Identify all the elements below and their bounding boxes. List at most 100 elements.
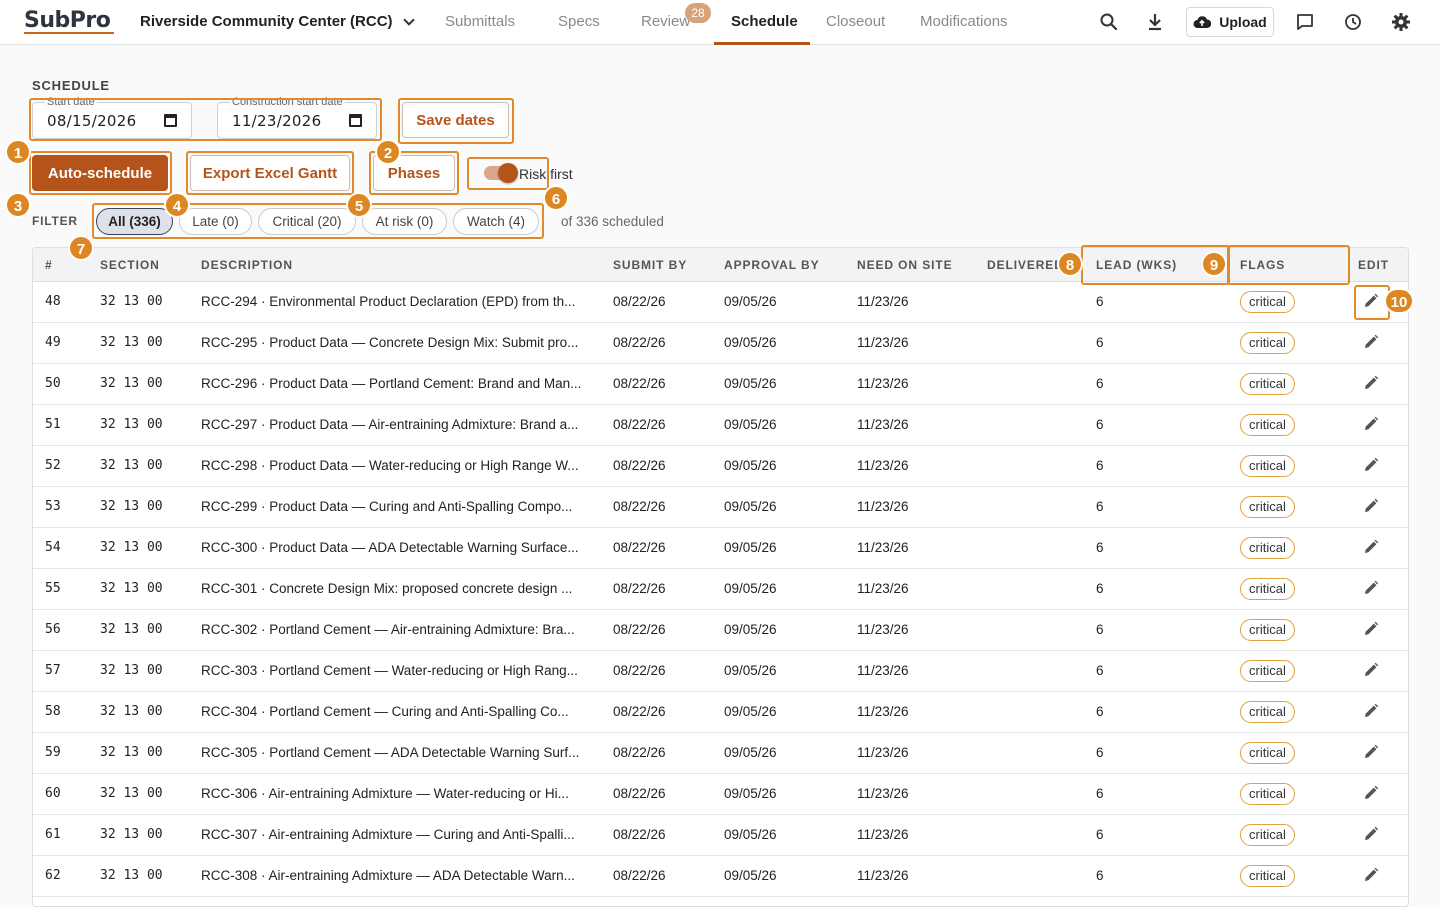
table-row[interactable]: 48 32 13 00 RCC-294 · Environmental Produc…: [33, 282, 1408, 323]
filter-chip-late[interactable]: Late (0): [179, 208, 252, 235]
edit-pencil-icon[interactable]: [1362, 825, 1382, 845]
filter-chip-at-risk[interactable]: At risk (0): [362, 208, 447, 235]
construction-start-value[interactable]: 11/23/2026: [232, 112, 321, 130]
settings-gear-icon[interactable]: [1390, 11, 1412, 33]
table-row[interactable]: 55 32 13 00 RCC-301 · Concrete Design Mix:…: [33, 569, 1408, 610]
row-submit-by: 08/22/26: [613, 335, 666, 350]
row-description[interactable]: RCC-295 · Product Data — Concrete Design…: [201, 335, 593, 350]
row-number: 51: [45, 417, 61, 432]
row-description[interactable]: RCC-301 · Concrete Design Mix: proposed …: [201, 581, 593, 596]
risk-first-toggle[interactable]: [484, 163, 518, 183]
row-approval-by: 09/05/26: [724, 458, 777, 473]
start-date-field[interactable]: Start date 08/15/2026: [32, 96, 192, 139]
auto-schedule-button[interactable]: Auto-schedule: [32, 155, 168, 191]
col-header-submit-by[interactable]: SUBMIT BY: [613, 258, 687, 272]
edit-pencil-icon[interactable]: [1362, 415, 1382, 435]
row-description[interactable]: RCC-308 · Air-entraining Admixture — ADA…: [201, 868, 593, 883]
edit-pencil-icon[interactable]: [1362, 292, 1382, 312]
row-description[interactable]: RCC-306 · Air-entraining Admixture — Wat…: [201, 786, 593, 801]
table-row[interactable]: 50 32 13 00 RCC-296 · Product Data — Portl…: [33, 364, 1408, 405]
row-submit-by: 08/22/26: [613, 663, 666, 678]
col-header-approval-by[interactable]: APPROVAL BY: [724, 258, 819, 272]
edit-pencil-icon[interactable]: [1362, 702, 1382, 722]
construction-start-date-field[interactable]: Construction start date 11/23/2026: [217, 96, 377, 139]
row-description[interactable]: RCC-297 · Product Data — Air-entraining …: [201, 417, 593, 432]
row-description[interactable]: RCC-305 · Portland Cement — ADA Detectab…: [201, 745, 593, 760]
table-row[interactable]: 53 32 13 00 RCC-299 · Product Data — Curin…: [33, 487, 1408, 528]
col-header-lead-wks[interactable]: LEAD (WKS): [1096, 258, 1177, 272]
row-description[interactable]: RCC-298 · Product Data — Water-reducing …: [201, 458, 593, 473]
search-icon[interactable]: [1098, 11, 1120, 33]
table-row[interactable]: 57 32 13 00 RCC-303 · Portland Cement — Wa…: [33, 651, 1408, 692]
start-date-value[interactable]: 08/15/2026: [47, 112, 136, 130]
table-row[interactable]: 54 32 13 00 RCC-300 · Product Data — ADA D…: [33, 528, 1408, 569]
row-approval-by: 09/05/26: [724, 868, 777, 883]
table-row[interactable]: 62 32 13 00 RCC-308 · Air-entraining Admix…: [33, 856, 1408, 897]
project-selector[interactable]: Riverside Community Center (RCC): [140, 13, 415, 30]
edit-pencil-icon[interactable]: [1362, 579, 1382, 599]
row-description[interactable]: RCC-294 · Environmental Product Declarat…: [201, 294, 593, 309]
annotation-marker-8: 8: [1057, 251, 1083, 277]
col-header-section[interactable]: SECTION: [100, 258, 160, 272]
annotation-marker-6: 6: [543, 185, 569, 211]
row-submit-by: 08/22/26: [613, 704, 666, 719]
history-icon[interactable]: [1342, 11, 1364, 33]
critical-flag-badge: critical: [1240, 537, 1295, 559]
col-header-need-on-site[interactable]: NEED ON SITE: [857, 258, 952, 272]
tab-modifications[interactable]: Modifications: [920, 13, 1008, 30]
row-description[interactable]: RCC-299 · Product Data — Curing and Anti…: [201, 499, 593, 514]
col-header-description[interactable]: DESCRIPTION: [201, 258, 293, 272]
filter-chip-watch[interactable]: Watch (4): [453, 208, 539, 235]
calendar-icon[interactable]: [349, 114, 362, 127]
edit-pencil-icon[interactable]: [1362, 620, 1382, 640]
row-number: 48: [45, 294, 61, 309]
row-approval-by: 09/05/26: [724, 581, 777, 596]
edit-pencil-icon[interactable]: [1362, 456, 1382, 476]
edit-pencil-icon[interactable]: [1362, 374, 1382, 394]
row-description[interactable]: RCC-300 · Product Data — ADA Detectable …: [201, 540, 593, 555]
download-icon[interactable]: [1144, 11, 1166, 33]
row-approval-by: 09/05/26: [724, 335, 777, 350]
edit-pencil-icon[interactable]: [1362, 866, 1382, 886]
table-row[interactable]: 56 32 13 00 RCC-302 · Portland Cement — Ai…: [33, 610, 1408, 651]
row-description[interactable]: RCC-302 · Portland Cement — Air-entraini…: [201, 622, 593, 637]
table-row[interactable]: 51 32 13 00 RCC-297 · Product Data — Air-e…: [33, 405, 1408, 446]
table-row[interactable]: 49 32 13 00 RCC-295 · Product Data — Concr…: [33, 323, 1408, 364]
tab-specs[interactable]: Specs: [558, 13, 600, 30]
edit-pencil-icon[interactable]: [1362, 497, 1382, 517]
table-row[interactable]: 58 32 13 00 RCC-304 · Portland Cement — Cu…: [33, 692, 1408, 733]
row-need-on-site: 11/23/26: [857, 540, 909, 555]
table-row[interactable]: 61 32 13 00 RCC-307 · Air-entraining Admix…: [33, 815, 1408, 856]
row-need-on-site: 11/23/26: [857, 335, 909, 350]
upload-button[interactable]: Upload: [1186, 7, 1274, 37]
row-description[interactable]: RCC-307 · Air-entraining Admixture — Cur…: [201, 827, 593, 842]
edit-pencil-icon[interactable]: [1362, 784, 1382, 804]
filter-chip-critical[interactable]: Critical (20): [258, 208, 356, 235]
tab-review[interactable]: Review: [641, 13, 690, 30]
toggle-knob[interactable]: [498, 163, 518, 183]
comment-icon[interactable]: [1294, 11, 1316, 33]
row-section: 32 13 00: [100, 663, 163, 678]
col-header-delivered[interactable]: DELIVERED: [987, 258, 1064, 272]
edit-pencil-icon[interactable]: [1362, 661, 1382, 681]
table-row[interactable]: 59 32 13 00 RCC-305 · Portland Cement — AD…: [33, 733, 1408, 774]
row-description[interactable]: RCC-303 · Portland Cement — Water-reduci…: [201, 663, 593, 678]
edit-pencil-icon[interactable]: [1362, 538, 1382, 558]
subpro-logo[interactable]: SubPro: [24, 8, 111, 33]
export-excel-gantt-button[interactable]: Export Excel Gantt: [190, 155, 350, 191]
col-header-flags: FLAGS: [1240, 258, 1286, 272]
edit-pencil-icon[interactable]: [1362, 333, 1382, 353]
row-description[interactable]: RCC-304 · Portland Cement — Curing and A…: [201, 704, 593, 719]
row-description[interactable]: RCC-296 · Product Data — Portland Cement…: [201, 376, 593, 391]
calendar-icon[interactable]: [164, 114, 177, 127]
tab-schedule[interactable]: Schedule: [731, 13, 798, 30]
tab-closeout[interactable]: Closeout: [826, 13, 885, 30]
filter-chip-all[interactable]: All (336): [96, 208, 173, 235]
table-row[interactable]: 60 32 13 00 RCC-306 · Air-entraining Admix…: [33, 774, 1408, 815]
table-row[interactable]: 52 32 13 00 RCC-298 · Product Data — Water…: [33, 446, 1408, 487]
row-need-on-site: 11/23/26: [857, 827, 909, 842]
col-header-num: #: [45, 258, 53, 272]
save-dates-button[interactable]: Save dates: [402, 102, 509, 138]
tab-submittals[interactable]: Submittals: [445, 13, 515, 30]
edit-pencil-icon[interactable]: [1362, 743, 1382, 763]
